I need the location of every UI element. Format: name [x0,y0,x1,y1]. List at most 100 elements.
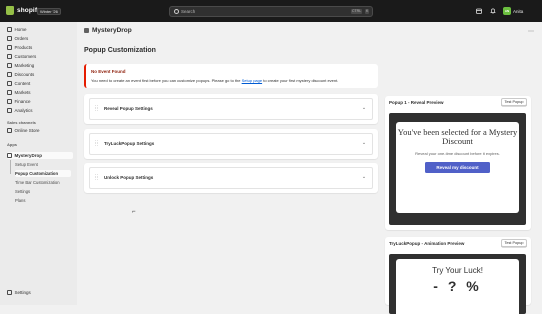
chevron-down-icon[interactable]: ⌄ [360,104,368,112]
preview-stage: You've been selected for a Mystery Disco… [389,113,526,225]
sidebar-item-label: Home [14,27,27,32]
sidebar-item-mysterydrop[interactable]: MysteryDrop [7,152,73,159]
mouse-cursor-icon: ⌐ [132,209,136,215]
chevron-down-icon[interactable]: ⌄ [360,173,368,181]
banner-title: No Event Found [91,69,126,74]
sidebar-item-analytics[interactable]: Analytics [7,107,73,114]
gear-icon [7,290,12,295]
discount-icon [7,72,12,77]
sidebar-subitem-plans[interactable]: Plans [15,197,71,204]
sidebar-item-content[interactable]: Content [7,80,73,87]
banner-text-after: to create your first mystery discount ev… [262,78,339,83]
banner-text: You need to create an event first before… [91,78,338,83]
test-popup-button[interactable]: Test Popup [501,239,527,247]
popup-body: Reveal your one-time discount before it … [415,151,500,156]
target-icon [7,63,12,68]
sidebar-item-online-store[interactable]: Online Store [7,127,73,134]
preview-title: Popup 1 - Reveal Preview [389,100,444,105]
accordion-header[interactable]: Unlock Popup Settings ⌄ [89,167,373,189]
app-title: MysteryDrop [92,27,132,34]
sidebar-item-label: Products [14,45,33,50]
tryluck-preview-card: TryLuckPopup - Animation Preview Test Po… [385,237,531,314]
sidebar-item-label: Analytics [14,108,33,113]
sidebar-item-orders[interactable]: Orders [7,35,73,42]
popup-heading: Try Your Luck! [432,266,483,275]
page-title: Popup Customization [84,47,156,54]
banner-text-before: You need to create an event first before… [91,78,242,83]
tag-icon [7,45,12,50]
orders-icon [7,36,12,41]
test-popup-button[interactable]: Test Popup [501,98,527,106]
sidebar-item-marketing[interactable]: Marketing [7,62,73,69]
tree-line [10,160,11,174]
globe-icon [7,90,12,95]
shortcut-ctrl: CTRL [351,9,363,14]
sidebar-item-label: Discounts [14,72,35,77]
setup-page-link[interactable]: Setup page [242,78,262,83]
popup-percentage: - ? % [433,278,482,294]
accordion-reveal-popup[interactable]: Reveal Popup Settings ⌄ [84,94,378,124]
accordion-label: Reveal Popup Settings [104,106,153,111]
person-icon [7,54,12,59]
apps-label[interactable]: Apps [7,142,17,147]
store-icon [7,128,12,133]
app-header: MysteryDrop [84,27,132,34]
preview-title: TryLuckPopup - Animation Preview [389,241,465,246]
drag-handle-icon[interactable] [95,140,98,146]
sidebar-subitem-popup-customization[interactable]: Popup Customization [15,170,71,177]
shopify-logo[interactable]: shopify [6,6,41,15]
sidebar-item-label: Content [14,81,31,86]
edition-badge: Winter '26 [37,8,61,15]
accordion-label: TryLuckPopup Settings [104,141,155,146]
search-input[interactable]: Search CTRL K [169,6,373,17]
sidebar-item-label: Orders [14,36,29,41]
content-icon [7,81,12,86]
accordion-unlock-popup[interactable]: Unlock Popup Settings ⌄ [84,163,378,193]
shopify-bag-icon [6,6,14,15]
sidebar-item-label: Online Store [14,128,40,133]
store-name[interactable]: Anita [513,9,523,14]
drag-handle-icon[interactable] [95,105,98,111]
more-options-icon[interactable]: ⋯ [528,28,534,35]
critical-banner: No Event Found You need to create an eve… [84,64,378,88]
sidebar-item-label: Customers [14,54,37,59]
sidebar-subitem-setup-event[interactable]: Setup Event [15,161,71,168]
sidebar-item-discounts[interactable]: Discounts [7,71,73,78]
chevron-down-icon[interactable]: ⌄ [360,139,368,147]
tryluck-popup: Try Your Luck! - ? % [396,259,519,314]
search-icon [174,9,179,14]
sidebar-item-products[interactable]: Products [7,44,73,51]
sidebar-subitem-time-bar[interactable]: Time Bar Customization [15,179,71,186]
drag-handle-icon[interactable] [95,174,98,180]
reveal-discount-button[interactable]: Reveal my discount [425,162,490,173]
reveal-popup: You've been selected for a Mystery Disco… [396,122,519,213]
sidebar-item-label: Marketing [14,63,35,68]
top-bar: shopify Winter '26 Search CTRL K AN Anit… [0,0,542,22]
chart-icon [7,108,12,113]
bell-icon[interactable] [490,8,496,14]
sidebar-subitem-settings[interactable]: Settings [15,188,71,195]
accordion-header[interactable]: Reveal Popup Settings ⌄ [89,98,373,120]
sidebar-item-home[interactable]: Home [7,26,73,33]
sidebar-item-label: MysteryDrop [14,153,43,158]
sales-channels-label[interactable]: Sales channels [7,120,36,125]
finance-icon [7,99,12,104]
accordion-header[interactable]: TryLuckPopup Settings ⌄ [89,133,373,155]
sidebar-item-label: Settings [14,290,31,295]
store-icon[interactable] [476,8,482,14]
sidebar-item-label: Markets [14,90,31,95]
reveal-preview-card: Popup 1 - Reveal Preview Test Popup You'… [385,96,531,230]
sidebar-item-settings[interactable]: Settings [7,290,31,295]
app-icon [7,153,12,158]
accordion-label: Unlock Popup Settings [104,175,154,180]
search-placeholder: Search [181,9,196,14]
shortcut-k: K [365,9,370,14]
sidebar-item-markets[interactable]: Markets [7,89,73,96]
app-icon [84,28,89,33]
sidebar-item-label: Finance [14,99,31,104]
popup-heading: You've been selected for a Mystery Disco… [397,127,518,146]
sidebar-item-customers[interactable]: Customers [7,53,73,60]
accordion-tryluck-popup[interactable]: TryLuckPopup Settings ⌄ [84,129,378,159]
sidebar-item-finance[interactable]: Finance [7,98,73,105]
store-avatar[interactable]: AN [503,7,511,15]
